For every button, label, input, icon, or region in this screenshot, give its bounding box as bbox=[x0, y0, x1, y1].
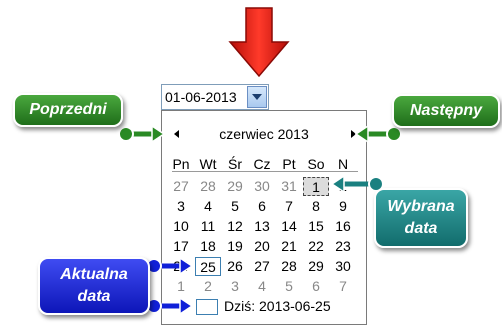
next-callout-label: Następny bbox=[409, 102, 483, 119]
calendar-day[interactable]: 29 bbox=[303, 257, 329, 276]
calendar-day[interactable]: 16 bbox=[330, 217, 356, 236]
selected-callout-line2: data bbox=[404, 220, 438, 237]
dropdown-arrow-icon bbox=[252, 94, 262, 100]
calendar-day[interactable]: 20 bbox=[249, 237, 275, 256]
date-value: 01-06-2013 bbox=[165, 89, 237, 105]
weekday-header: Śr bbox=[228, 156, 242, 172]
current-callout-line2: data bbox=[77, 288, 111, 305]
calendar-day[interactable]: 25 bbox=[195, 257, 221, 276]
calendar-day[interactable]: 6 bbox=[249, 197, 275, 216]
calendar-day[interactable]: 28 bbox=[195, 177, 221, 196]
calendar-day[interactable]: 1 bbox=[303, 177, 329, 196]
calendar-day[interactable]: 7 bbox=[276, 197, 302, 216]
calendar-day[interactable]: 10 bbox=[168, 217, 194, 236]
dropdown-button[interactable] bbox=[247, 86, 267, 108]
calendar-day[interactable]: 6 bbox=[303, 277, 329, 296]
down-arrow-icon bbox=[228, 7, 290, 78]
weekday-header: Cz bbox=[253, 156, 271, 172]
calendar-day[interactable]: 15 bbox=[303, 217, 329, 236]
weekday-header: Wt bbox=[199, 156, 217, 172]
previous-connector bbox=[118, 124, 166, 144]
current-date-callout: Aktualna data bbox=[38, 257, 150, 315]
calendar-day[interactable]: 31 bbox=[276, 177, 302, 196]
weekday-header: Pt bbox=[282, 156, 296, 172]
date-picker-input[interactable]: 01-06-2013 bbox=[161, 84, 269, 110]
current-connector bbox=[146, 256, 194, 276]
calendar-day[interactable]: 30 bbox=[249, 177, 275, 196]
selected-callout-line1: Wybrana bbox=[387, 198, 455, 215]
current-callout-line1: Aktualna bbox=[60, 266, 128, 283]
calendar-day[interactable]: 4 bbox=[249, 277, 275, 296]
calendar-day[interactable]: 9 bbox=[330, 197, 356, 216]
today-label: Dziś: 2013-06-25 bbox=[224, 298, 331, 314]
calendar-day[interactable]: 30 bbox=[330, 257, 356, 276]
calendar-day[interactable]: 13 bbox=[249, 217, 275, 236]
calendar-day[interactable]: 14 bbox=[276, 217, 302, 236]
calendar-day[interactable]: 4 bbox=[195, 197, 221, 216]
calendar-day[interactable]: 21 bbox=[276, 237, 302, 256]
weekday-header: So bbox=[307, 156, 325, 172]
next-callout: Następny bbox=[392, 94, 500, 128]
calendar-day[interactable]: 27 bbox=[249, 257, 275, 276]
calendar-day[interactable]: 18 bbox=[195, 237, 221, 256]
calendar-day[interactable]: 22 bbox=[303, 237, 329, 256]
calendar-day[interactable]: 3 bbox=[222, 277, 248, 296]
calendar-popup: czerwiec 2013 PnWtŚrCzPtSoN2728293031123… bbox=[161, 110, 367, 325]
calendar-day[interactable]: 19 bbox=[222, 237, 248, 256]
calendar-day[interactable]: 11 bbox=[195, 217, 221, 236]
calendar-day[interactable]: 28 bbox=[276, 257, 302, 276]
calendar-day[interactable]: 5 bbox=[222, 197, 248, 216]
calendar-day[interactable]: 5 bbox=[276, 277, 302, 296]
calendar-day[interactable]: 26 bbox=[222, 257, 248, 276]
calendar-day[interactable]: 12 bbox=[222, 217, 248, 236]
today-marker bbox=[196, 299, 218, 315]
calendar-header: czerwiec 2013 bbox=[162, 125, 366, 143]
calendar-day[interactable]: 27 bbox=[168, 177, 194, 196]
calendar-day[interactable]: 23 bbox=[330, 237, 356, 256]
month-label: czerwiec 2013 bbox=[219, 126, 309, 142]
selected-date-callout: Wybrana data bbox=[374, 188, 468, 248]
calendar-day[interactable]: 3 bbox=[168, 197, 194, 216]
today-connector bbox=[146, 296, 194, 316]
calendar-day[interactable]: 8 bbox=[303, 197, 329, 216]
weekday-header: Pn bbox=[172, 156, 190, 172]
calendar-day[interactable]: 29 bbox=[222, 177, 248, 196]
previous-callout-label: Poprzedni bbox=[29, 101, 107, 118]
previous-callout: Poprzedni bbox=[13, 93, 123, 127]
calendar-day[interactable]: 2 bbox=[195, 277, 221, 296]
calendar-day[interactable]: 7 bbox=[330, 277, 356, 296]
